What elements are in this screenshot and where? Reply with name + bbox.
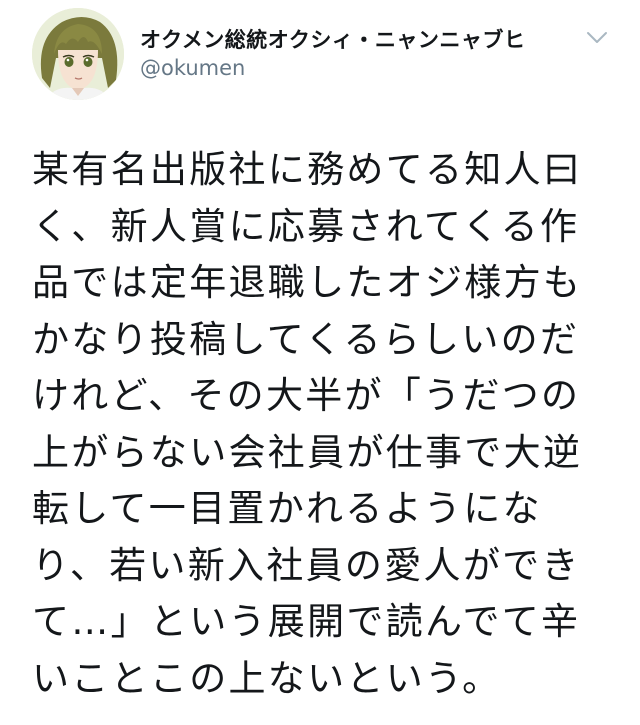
tweet-text-line: 品では定年退職したオジ様方も — [32, 261, 583, 304]
avatar[interactable] — [32, 8, 124, 100]
tweet-text-line: 転して一目置かれるようにな — [32, 487, 542, 530]
tweet-text-line: 某有名出版社に務めてる知人曰 — [32, 148, 583, 191]
user-handle[interactable]: @okumen — [140, 56, 245, 80]
tweet-text: 某有名出版社に務めてる知人曰 く、新人賞に応募されてくる作 品では定年退職したオ… — [32, 142, 622, 707]
tweet-text-line: いことこの上ないという。 — [32, 656, 502, 700]
tweet-card: オクメン総統オクシィ・ニャンニャブヒ @okumen 某有名出版社に務めてる知人… — [0, 0, 640, 725]
tweet-text-line: り、若い新入社員の愛人ができ — [32, 543, 581, 587]
tweet-text-line: 上がらない会社員が仕事で大逆 — [32, 430, 583, 474]
chevron-down-icon[interactable] — [586, 30, 608, 46]
display-name[interactable]: オクメン総統オクシィ・ニャンニャブヒ — [140, 24, 525, 54]
tweet-text-line: けれど、その大半が「うだつの — [32, 374, 581, 417]
avatar-image — [32, 8, 124, 100]
tweet-text-line: かなり投稿してくるらしいのだ — [32, 317, 580, 361]
tweet-text-line: く、新人賞に応募されてくる作 — [32, 204, 580, 248]
tweet-text-line: て…」という展開で読んでて辛 — [32, 600, 581, 643]
